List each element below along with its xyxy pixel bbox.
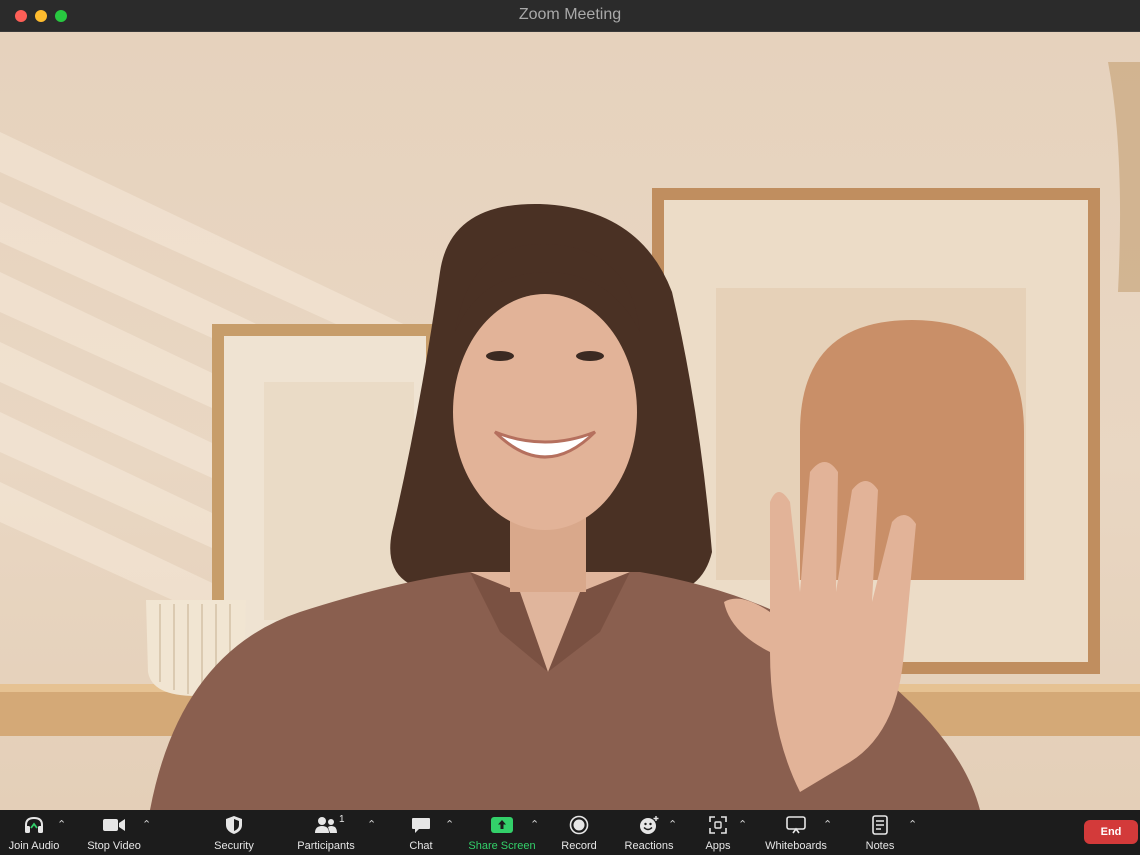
join-audio-label: Join Audio <box>8 840 60 852</box>
share-arrow-icon <box>491 815 513 835</box>
stop-video-label: Stop Video <box>87 840 141 852</box>
security-button[interactable]: Security <box>210 810 258 855</box>
participants-options-caret[interactable]: ⌃ <box>367 818 376 831</box>
apps-options-caret[interactable]: ⌃ <box>738 818 747 831</box>
whiteboard-icon <box>786 815 806 835</box>
notes-options-caret[interactable]: ⌃ <box>908 818 917 831</box>
security-label: Security <box>214 840 254 852</box>
chat-options-caret[interactable]: ⌃ <box>445 818 454 831</box>
notes-icon <box>872 815 888 835</box>
whiteboards-label: Whiteboards <box>765 840 827 852</box>
share-screen-button[interactable]: Share Screen <box>468 810 536 855</box>
share-screen-label: Share Screen <box>468 840 536 852</box>
reactions-options-caret[interactable]: ⌃ <box>668 818 677 831</box>
apps-button[interactable]: Apps <box>702 810 734 855</box>
meeting-toolbar: Join Audio ⌃ Stop Video ⌃ Security Parti… <box>0 810 1140 855</box>
shield-icon <box>225 815 243 835</box>
participants-label: Participants <box>297 840 355 852</box>
record-icon <box>569 815 589 835</box>
notes-button[interactable]: Notes <box>862 810 898 855</box>
stop-video-button[interactable]: Stop Video <box>86 810 142 855</box>
apps-icon <box>709 815 727 835</box>
chat-bubble-icon <box>411 815 431 835</box>
reactions-label: Reactions <box>624 840 674 852</box>
headphones-icon <box>23 815 45 835</box>
smiley-icon <box>638 815 660 835</box>
video-feed <box>0 32 1140 810</box>
whiteboards-button[interactable]: Whiteboards <box>764 810 828 855</box>
record-label: Record <box>561 840 597 852</box>
participants-button[interactable]: Participants <box>296 810 356 855</box>
end-meeting-button[interactable]: End <box>1084 820 1138 844</box>
video-scene <box>0 62 1140 810</box>
join-audio-button[interactable]: Join Audio <box>8 810 60 855</box>
audio-options-caret[interactable]: ⌃ <box>57 818 66 831</box>
reactions-button[interactable]: Reactions <box>624 810 674 855</box>
window-title: Zoom Meeting <box>518 6 622 23</box>
video-camera-icon <box>102 815 126 835</box>
chat-label: Chat <box>409 840 433 852</box>
people-icon <box>314 815 338 835</box>
share-options-caret[interactable]: ⌃ <box>530 818 539 831</box>
video-options-caret[interactable]: ⌃ <box>142 818 151 831</box>
notes-label: Notes <box>865 840 895 852</box>
chat-button[interactable]: Chat <box>404 810 438 855</box>
title-bar: Zoom Meeting <box>0 0 1140 32</box>
participants-count: 1 <box>339 814 345 825</box>
record-button[interactable]: Record <box>560 810 598 855</box>
whiteboards-options-caret[interactable]: ⌃ <box>823 818 832 831</box>
apps-label: Apps <box>705 840 731 852</box>
